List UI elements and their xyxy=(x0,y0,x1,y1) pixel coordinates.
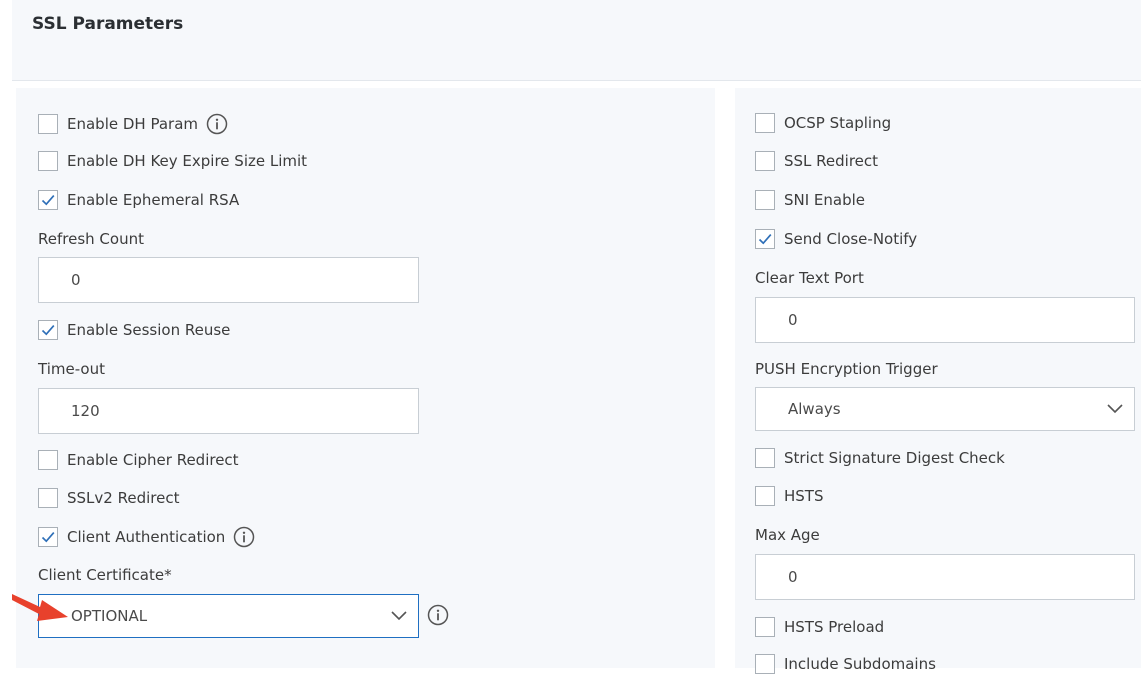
timeout-input[interactable]: 120 xyxy=(38,388,419,434)
push-encryption-trigger-label: PUSH Encryption Trigger xyxy=(755,360,938,378)
refresh-count-label: Refresh Count xyxy=(38,230,144,248)
timeout-label: Time-out xyxy=(38,360,105,378)
section-title: SSL Parameters xyxy=(32,14,184,34)
hsts-preload-checkbox[interactable] xyxy=(755,617,775,637)
enable-dh-key-expire-checkbox[interactable] xyxy=(38,151,58,171)
ocsp-stapling-label: OCSP Stapling xyxy=(784,114,892,132)
sni-enable-label: SNI Enable xyxy=(784,191,866,209)
enable-ephemeral-rsa-row[interactable]: Enable Ephemeral RSA xyxy=(38,190,239,210)
sslv2-redirect-row[interactable]: SSLv2 Redirect xyxy=(38,488,179,508)
enable-cipher-redirect-checkbox[interactable] xyxy=(38,450,58,470)
ocsp-stapling-row[interactable]: OCSP Stapling xyxy=(755,113,891,133)
info-icon[interactable] xyxy=(206,113,228,135)
checkmark-icon xyxy=(41,325,55,336)
send-close-notify-checkbox[interactable] xyxy=(755,229,775,249)
push-encryption-trigger-value: Always xyxy=(788,400,841,418)
include-subdomains-row[interactable]: Include Subdomains xyxy=(755,654,936,674)
client-authentication-checkbox[interactable] xyxy=(38,527,58,547)
max-age-label: Max Age xyxy=(755,526,820,544)
enable-session-reuse-checkbox[interactable] xyxy=(38,320,58,340)
checkmark-icon xyxy=(758,234,772,245)
client-certificate-value: OPTIONAL xyxy=(71,607,148,625)
hsts-row[interactable]: HSTS xyxy=(755,486,824,506)
sslv2-redirect-checkbox[interactable] xyxy=(38,488,58,508)
ocsp-stapling-checkbox[interactable] xyxy=(755,113,775,133)
include-subdomains-label: Include Subdomains xyxy=(784,655,936,673)
client-authentication-row[interactable]: Client Authentication xyxy=(38,526,255,548)
ssl-redirect-checkbox[interactable] xyxy=(755,151,775,171)
client-authentication-label: Client Authentication xyxy=(67,528,226,546)
hsts-preload-row[interactable]: HSTS Preload xyxy=(755,617,884,637)
clear-text-port-input[interactable]: 0 xyxy=(755,297,1135,343)
hsts-preload-label: HSTS Preload xyxy=(784,618,885,636)
info-icon[interactable] xyxy=(233,526,255,548)
enable-dh-param-label: Enable DH Param xyxy=(67,115,198,133)
ssl-redirect-label: SSL Redirect xyxy=(784,152,879,170)
enable-dh-key-expire-row[interactable]: Enable DH Key Expire Size Limit xyxy=(38,151,307,171)
ssl-redirect-row[interactable]: SSL Redirect xyxy=(755,151,878,171)
right-panel: OCSP Stapling SSL Redirect SNI Enable Se… xyxy=(735,88,1141,674)
enable-ephemeral-rsa-label: Enable Ephemeral RSA xyxy=(67,191,240,209)
enable-dh-param-checkbox[interactable] xyxy=(38,114,58,134)
send-close-notify-row[interactable]: Send Close-Notify xyxy=(755,229,917,249)
left-panel: Enable DH Param Enable DH Key Expire Siz… xyxy=(16,88,715,668)
chevron-down-icon xyxy=(1107,404,1123,414)
info-icon[interactable] xyxy=(427,604,449,626)
checkmark-icon xyxy=(41,532,55,543)
strict-signature-digest-check-label: Strict Signature Digest Check xyxy=(784,449,1005,467)
max-age-input[interactable]: 0 xyxy=(755,554,1135,600)
red-arrow-pointer-icon xyxy=(12,594,68,621)
push-encryption-trigger-select[interactable]: Always xyxy=(755,387,1135,431)
sni-enable-row[interactable]: SNI Enable xyxy=(755,190,865,210)
send-close-notify-label: Send Close-Notify xyxy=(784,230,918,248)
clear-text-port-label: Clear Text Port xyxy=(755,269,864,287)
checkmark-icon xyxy=(41,195,55,206)
chevron-down-icon xyxy=(391,611,407,621)
enable-cipher-redirect-row[interactable]: Enable Cipher Redirect xyxy=(38,450,239,470)
refresh-count-input[interactable]: 0 xyxy=(38,257,419,303)
client-certificate-label: Client Certificate* xyxy=(38,566,172,584)
sni-enable-checkbox[interactable] xyxy=(755,190,775,210)
strict-signature-digest-check-row[interactable]: Strict Signature Digest Check xyxy=(755,448,1005,468)
enable-session-reuse-row[interactable]: Enable Session Reuse xyxy=(38,320,230,340)
hsts-label: HSTS xyxy=(784,487,824,505)
enable-dh-key-expire-label: Enable DH Key Expire Size Limit xyxy=(67,152,308,170)
enable-dh-param-row[interactable]: Enable DH Param xyxy=(38,113,228,135)
hsts-checkbox[interactable] xyxy=(755,486,775,506)
include-subdomains-checkbox[interactable] xyxy=(755,654,775,674)
enable-ephemeral-rsa-checkbox[interactable] xyxy=(38,190,58,210)
sslv2-redirect-label: SSLv2 Redirect xyxy=(67,489,180,507)
enable-cipher-redirect-label: Enable Cipher Redirect xyxy=(67,451,239,469)
section-header: SSL Parameters xyxy=(12,0,1141,81)
strict-signature-digest-check-checkbox[interactable] xyxy=(755,448,775,468)
enable-session-reuse-label: Enable Session Reuse xyxy=(67,321,231,339)
client-certificate-select[interactable]: OPTIONAL xyxy=(38,594,419,638)
